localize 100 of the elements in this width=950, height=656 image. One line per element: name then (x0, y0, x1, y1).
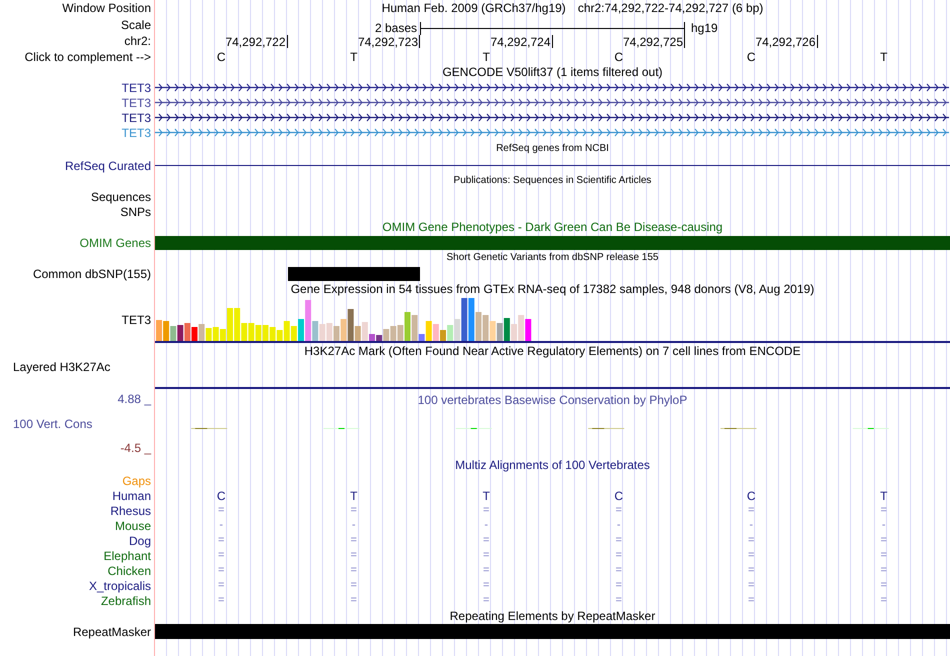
gene-label: TET3 (122, 82, 151, 94)
alignment-base: = (616, 580, 622, 591)
track-label: Scale (120, 18, 151, 30)
position-text: chr2:74,292,722-74,292,727 (6 bp) (578, 2, 764, 14)
track-title: H3K27Ac Mark (Often Found Near Active Regulatory Elements) on 7 cell lines from ENCODE (304, 345, 801, 357)
alignment-base: C (746, 490, 756, 502)
base-letter: C (614, 50, 624, 62)
ruler-tick: 74,292,724 (490, 34, 552, 48)
track-title: RefSeq genes from NCBI (496, 144, 609, 155)
alignment-base: T (350, 490, 358, 502)
base-letter: C (216, 50, 226, 62)
alignment-base: - (219, 520, 224, 531)
ruler-tick: 74,292,723 (358, 34, 420, 48)
alignment-base: - (616, 520, 621, 531)
alignment-base: = (880, 595, 887, 606)
alignment-base: = (880, 580, 887, 591)
alignment-base: = (350, 565, 357, 576)
alignment-base: = (218, 565, 224, 576)
alignment-base: = (748, 580, 754, 591)
alignment-base: C (216, 490, 226, 502)
alignment-base: = (483, 550, 490, 561)
alignment-base: T (482, 490, 490, 502)
base-letter: T (880, 50, 888, 62)
track-title: Repeating Elements by RepeatMasker (450, 610, 656, 622)
alignment-base: T (880, 490, 888, 502)
track-title: Gene Expression in 54 tissues from GTEx RNA-seq of 17382 samples, 948 donors (V8, Aug 2019) (290, 283, 814, 295)
species-label: Elephant (104, 550, 151, 562)
alignment-base: = (748, 505, 754, 516)
base-letter: T (482, 50, 490, 62)
track-title: Multiz Alignments of 100 Vertebrates (455, 459, 650, 471)
gene-label: TET3 (122, 112, 151, 124)
alignment-base: = (483, 565, 490, 576)
track-title: Publications: Sequences in Scientific Articles (454, 176, 652, 186)
alignment-base: = (748, 535, 754, 546)
alignment-base: = (350, 580, 357, 591)
track-title: Short Genetic Variants from dbSNP release 155 (446, 253, 658, 263)
track-label: Common dbSNP(155) (32, 268, 151, 280)
species-label: Chicken (108, 564, 151, 576)
alignment-base: = (748, 550, 754, 561)
alignment-base: - (882, 520, 886, 531)
track-label: RefSeq Curated (64, 160, 151, 172)
track-label: Click to complement --> (24, 50, 151, 62)
scale-text: 2 bases (374, 22, 417, 34)
track-label: RepeatMasker (72, 626, 151, 638)
track-label: chr2: (124, 35, 151, 47)
ruler-tick: 74,292,726 (755, 34, 818, 48)
gene-label: TET3 (122, 126, 151, 138)
alignment-base: = (616, 565, 622, 576)
track-label: Gaps (122, 474, 151, 486)
alignment-base: = (616, 550, 622, 561)
alignment-base: = (218, 580, 224, 591)
alignment-base: = (880, 565, 887, 576)
alignment-base: = (483, 580, 490, 591)
gene-label: TET3 (122, 96, 151, 108)
alignment-base: = (748, 565, 754, 576)
track-label: Sequences (90, 190, 151, 202)
base-letter: T (350, 50, 358, 62)
track-label: Layered H3K27Ac (13, 361, 110, 373)
assembly-name: Human Feb. 2009 (GRCh37/hg19) (382, 2, 566, 14)
alignment-base: = (483, 535, 490, 546)
alignment-base: = (350, 535, 357, 546)
track-title: GENCODE V50lift37 (1 items filtered out) (442, 66, 663, 78)
alignment-base: = (880, 550, 887, 561)
species-label: Human (112, 490, 151, 502)
alignment-base: = (350, 550, 357, 561)
species-label: Rhesus (110, 504, 151, 516)
assembly-label: hg19 (691, 21, 718, 35)
alignment-base: - (484, 520, 488, 531)
species-label: Dog (128, 534, 151, 546)
ruler-tick: 74,292,722 (225, 34, 288, 48)
track-title: 100 vertebrates Basewise Conservation by PhyloP (418, 394, 688, 406)
alignment-base: = (748, 595, 754, 606)
alignment-base: = (218, 535, 224, 546)
track-label: TET3 (122, 314, 151, 326)
alignment-base: - (352, 520, 356, 531)
track-label: 100 Vert. Cons (13, 418, 92, 430)
alignment-base: - (749, 520, 754, 531)
species-label: Mouse (114, 520, 151, 532)
axis-max-label: 4.88 _ (118, 393, 151, 405)
alignment-base: = (483, 595, 490, 606)
species-label: X_tropicalis (88, 580, 151, 592)
alignment-base: = (218, 550, 224, 561)
track-label: Window Position (62, 2, 151, 14)
alignment-base: = (350, 595, 357, 606)
axis-min-label: -4.5 _ (120, 442, 151, 454)
alignment-base: = (616, 595, 622, 606)
track-label: OMIM Genes (80, 236, 151, 248)
alignment-base: = (350, 505, 357, 516)
track-title: OMIM Gene Phenotypes - Dark Green Can Be Disease-causing (382, 221, 723, 233)
track-label: SNPs (120, 206, 151, 218)
alignment-base: = (218, 505, 224, 516)
base-letter: C (746, 50, 756, 62)
alignment-base: = (616, 535, 622, 546)
alignment-base: = (483, 505, 490, 516)
alignment-base: = (218, 595, 224, 606)
ruler-tick: 74,292,725 (622, 34, 685, 48)
species-label: Zebrafish (100, 594, 151, 606)
alignment-base: C (614, 490, 624, 502)
alignment-base: = (880, 505, 887, 516)
alignment-base: = (616, 505, 622, 516)
